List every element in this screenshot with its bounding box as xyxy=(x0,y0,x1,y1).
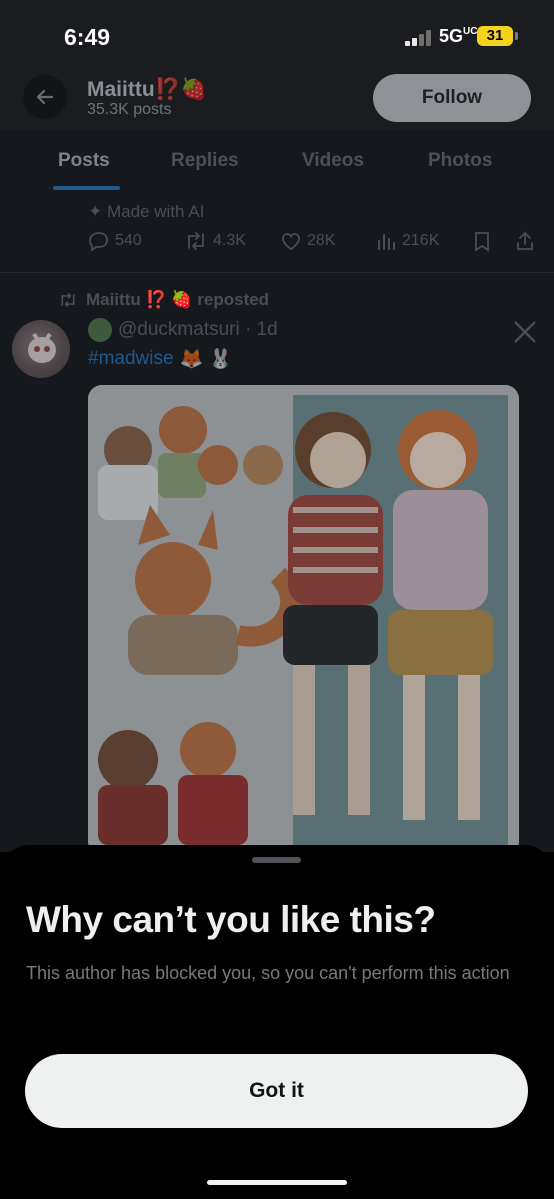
arrow-left-icon xyxy=(36,89,54,105)
profile-name-emojis: ⁉️🍓 xyxy=(154,78,207,101)
reply-action[interactable]: 540 xyxy=(88,230,142,252)
views-count: 216K xyxy=(402,232,440,249)
signal-icon xyxy=(405,30,433,46)
bottom-sheet: Why can’t you like this? This author has… xyxy=(0,845,554,1199)
network-type: 5GUC xyxy=(439,26,477,47)
network-label: 5G xyxy=(439,26,464,46)
repost-count: 4.3K xyxy=(213,232,246,249)
tab-videos[interactable]: Videos xyxy=(302,150,364,172)
made-with-ai-text: Made with AI xyxy=(106,202,205,221)
repost-action[interactable]: 4.3K xyxy=(184,230,246,252)
repost-icon xyxy=(188,232,204,250)
artwork-illustration xyxy=(88,385,519,855)
like-count: 28K xyxy=(307,232,336,249)
got-it-button[interactable]: Got it xyxy=(25,1054,528,1128)
follow-button[interactable]: Follow xyxy=(373,74,531,122)
tab-replies[interactable]: Replies xyxy=(171,150,239,172)
bookmark-action[interactable] xyxy=(472,230,492,252)
profile-tabs: Posts Replies Videos Photos xyxy=(0,130,554,193)
share-action[interactable] xyxy=(514,230,536,252)
status-bar: 6:49 5GUC 31 xyxy=(0,0,554,70)
sheet-title: Why can’t you like this? xyxy=(26,899,436,940)
avatar[interactable] xyxy=(12,320,70,378)
post-divider xyxy=(0,272,554,273)
hashtag-emojis: 🦊 🐰 xyxy=(179,349,233,370)
clock: 6:49 xyxy=(64,24,111,50)
battery-indicator: 31 xyxy=(477,26,518,46)
views-icon xyxy=(378,234,395,250)
repost-icon xyxy=(61,292,75,308)
sheet-body: This author has blocked you, so you can'… xyxy=(26,963,510,983)
author-handle-text: @duckmatsuri · 1d xyxy=(118,319,278,340)
post-image[interactable] xyxy=(88,385,519,855)
post-count: 35.3K posts xyxy=(87,101,172,118)
active-tab-indicator xyxy=(53,186,120,190)
author-handle[interactable]: @duckmatsuri · 1d xyxy=(88,318,278,342)
tab-photos[interactable]: Photos xyxy=(428,150,492,172)
back-button[interactable] xyxy=(23,75,67,119)
profile-name-text: Maiittu xyxy=(87,78,155,101)
sheet-grabber[interactable] xyxy=(252,857,301,863)
screen: Maiittu⁉️🍓 35.3K posts Follow 6:49 5GUC … xyxy=(0,0,554,1199)
network-suffix: UC xyxy=(463,26,478,37)
post-text: #madwise 🦊 🐰 xyxy=(88,347,232,371)
hashtag-link[interactable]: #madwise xyxy=(88,348,174,370)
reply-icon xyxy=(89,232,108,252)
feed: ✦ Made with AI 540 4.3K 28K 216K Maiittu… xyxy=(0,192,554,855)
reply-count: 540 xyxy=(115,232,142,249)
views-action[interactable]: 216K xyxy=(375,230,439,252)
avatar-face-icon xyxy=(28,332,56,363)
heart-icon xyxy=(282,233,300,251)
repost-indicator[interactable]: Maiittu ⁉️ 🍓 reposted xyxy=(58,290,269,310)
made-with-ai-label: ✦ Made with AI xyxy=(88,202,204,222)
x-logo-icon xyxy=(514,321,536,343)
tab-posts[interactable]: Posts xyxy=(58,150,110,172)
bookmark-icon xyxy=(475,232,489,252)
repost-label: Maiittu ⁉️ 🍓 reposted xyxy=(86,290,270,309)
author-avatar-mini xyxy=(88,318,112,342)
home-indicator[interactable] xyxy=(207,1180,347,1185)
like-action[interactable]: 28K xyxy=(280,230,335,252)
share-icon xyxy=(517,231,533,250)
sparkle-icon: ✦ xyxy=(88,202,103,221)
profile-name: Maiittu⁉️🍓 xyxy=(87,78,207,102)
